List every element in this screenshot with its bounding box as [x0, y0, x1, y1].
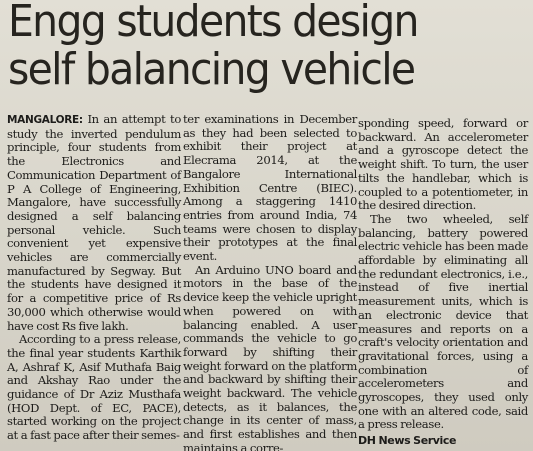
byline-credit: DH News Service	[358, 434, 457, 448]
headline-line-1: Engg students design	[8, 0, 419, 47]
paragraph: The two wheeled, self balancing, battery…	[358, 211, 528, 432]
article-column-1: MANGALORE: In an attempt to study the in…	[7, 112, 181, 443]
paragraph: MANGALORE: In an attempt to study the in…	[7, 112, 181, 333]
headline-line-2: self balancing vehicle	[8, 44, 416, 95]
headline: Engg students design self balancing vehi…	[8, 0, 492, 94]
newspaper-clipping: Engg students design self balancing vehi…	[0, 0, 533, 451]
paragraph: An Arduino UNO board and motors in the b…	[183, 262, 357, 451]
article-column-3: sponding speed, forward or backward. An …	[358, 116, 528, 448]
paragraph-text: In an attempt to study the inverted pend…	[7, 112, 181, 333]
article-column-2: ter examinations in December as they had…	[183, 112, 357, 451]
paragraph: sponding speed, forward or backward. An …	[358, 116, 528, 213]
paragraph: According to a press release, the final …	[7, 332, 181, 443]
dateline: MANGALORE:	[7, 114, 83, 126]
paragraph: ter examinations in December as they had…	[183, 112, 357, 264]
